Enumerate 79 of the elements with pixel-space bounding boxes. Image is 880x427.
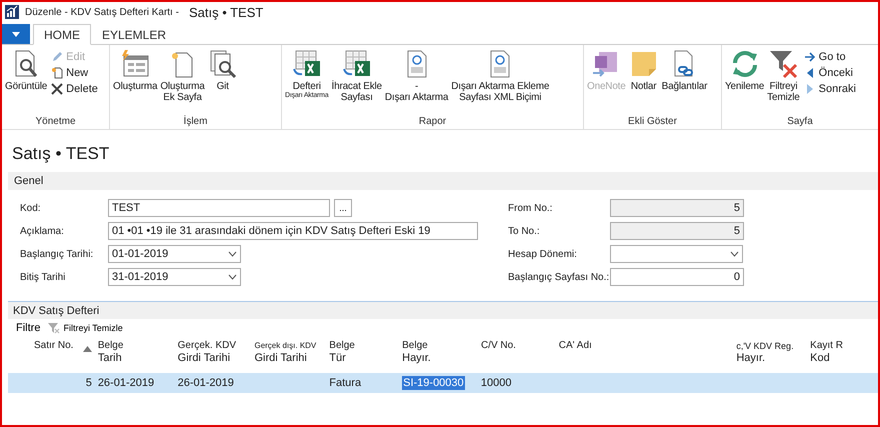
ribbon-tab[interactable]: EYLEMLER xyxy=(91,24,178,45)
ribbon-button[interactable]: Notlar xyxy=(628,47,660,116)
clear-filter-icon xyxy=(48,322,60,334)
table-cell: 26-01-2019 xyxy=(178,377,234,389)
ribbon-button[interactable]: Bağlantılar xyxy=(660,47,708,116)
field-label: Hesap Dönemi: xyxy=(508,248,578,260)
field-label: Başlangıç Sayfası No.: xyxy=(508,272,610,282)
window-subtitle: Satış • TEST xyxy=(188,4,264,20)
table-cell: SI-19-00030 xyxy=(402,376,465,390)
ribbon-button[interactable]: Önceki xyxy=(802,66,858,80)
arrow-right-icon xyxy=(804,51,816,63)
table-cell: 10000 xyxy=(480,377,512,389)
column-header[interactable]: Gerçek. KDV Girdi Tarihi xyxy=(176,340,252,370)
field-label: Açıklama: xyxy=(20,226,65,236)
ribbon-button[interactable]: Yenileme xyxy=(724,47,766,116)
column-header[interactable]: Gerçek dışı. KDV Girdi Tarihi xyxy=(252,340,328,370)
table-cell: Fatura xyxy=(329,377,362,389)
ribbon-button[interactable]: Görüntüle xyxy=(4,47,48,116)
input-field[interactable]: 01-01-2019 xyxy=(108,245,241,263)
ribbon-button[interactable]: İhracat Ekle Sayfası xyxy=(330,47,383,116)
ribbon-button[interactable]: Dışarı Aktarma Ekleme Sayfası XML Biçimi xyxy=(450,47,550,116)
ribbon-button[interactable]: Oluşturma Ek Sayfa xyxy=(159,47,206,116)
table-cell: 5 xyxy=(86,377,92,389)
app-logo-icon xyxy=(5,5,19,19)
column-header[interactable]: CA' Adı xyxy=(556,340,734,370)
list-lightning-icon xyxy=(120,49,150,79)
column-header[interactable]: Kayıt R Kod xyxy=(808,340,878,370)
ribbon-button[interactable]: Git xyxy=(206,47,239,116)
ribbon-button[interactable]: Go to xyxy=(802,50,858,64)
pencil-icon xyxy=(51,51,64,63)
close-icon xyxy=(51,83,64,95)
ribbon-button[interactable]: - Dışarı Aktarma xyxy=(384,47,450,116)
filter-button[interactable]: Filtre xyxy=(14,322,42,334)
chevron-down-icon xyxy=(228,274,237,280)
column-header[interactable]: Belge Tür xyxy=(327,340,400,370)
column-header[interactable]: Belge Tarih xyxy=(96,340,176,370)
spreadsheet-export-icon xyxy=(292,49,322,79)
chevron-down-icon xyxy=(730,251,739,257)
sort-arrow-icon xyxy=(82,346,92,352)
chevron-down-icon xyxy=(228,251,237,257)
caret-down-icon xyxy=(12,32,20,36)
field-label: Başlangıç Tarihi: xyxy=(20,248,94,260)
lookup-button[interactable]: ... xyxy=(334,199,352,217)
input-field[interactable]: 31-01-2019 xyxy=(108,268,241,286)
column-header[interactable]: Satır No. xyxy=(8,340,96,370)
page-title: Satış • TEST xyxy=(11,143,110,162)
column-header[interactable]: Belge Hayır. xyxy=(400,340,479,370)
menu-button[interactable] xyxy=(2,24,30,44)
group-label: Yönetme xyxy=(34,116,77,129)
documents-search-icon xyxy=(208,49,238,79)
input-field[interactable]: 01 •01 •19 ile 31 arasındaki dönem için KDV Satış Defteri Eski 19 xyxy=(108,222,478,240)
ribbon-tab[interactable]: HOME xyxy=(33,24,91,45)
ribbon-button[interactable]: Filtreyi Temizle xyxy=(766,47,801,116)
clear-filter-icon xyxy=(768,49,798,79)
ribbon-button[interactable]: Oluşturma xyxy=(112,47,158,116)
ribbon-button[interactable]: Delete xyxy=(49,82,100,96)
group-label: Sayfa xyxy=(786,116,814,129)
clear-filter-button[interactable]: Filtreyi Temizle xyxy=(46,322,125,334)
section-header: KDV Satış Defteri xyxy=(8,302,878,319)
field-label: To No.: xyxy=(508,226,541,236)
ribbon-button[interactable]: New xyxy=(49,66,100,80)
group-label: Ekli Göster xyxy=(627,116,678,129)
group-label: Rapor xyxy=(418,116,448,129)
new-document-icon xyxy=(51,67,64,79)
column-header[interactable]: c,'V KDV Reg. Hayır. xyxy=(734,340,808,370)
field-label: From No.: xyxy=(508,202,554,214)
field-label: Kod: xyxy=(20,202,42,214)
spreadsheet-export-icon xyxy=(342,49,372,79)
section-header: Genel xyxy=(8,172,878,190)
table-cell: 26-01-2019 xyxy=(98,377,154,389)
table-row[interactable]: 5 26-01-2019 26-01-2019 Fatura SI-19-00030 10000 xyxy=(8,373,878,393)
group-label: İşlem xyxy=(182,116,208,129)
input-field[interactable]: 0 xyxy=(610,268,744,286)
input-field[interactable] xyxy=(610,245,743,263)
ribbon-button[interactable]: Sonraki xyxy=(802,82,858,96)
input-field[interactable]: TEST xyxy=(108,199,330,217)
window-title: Düzenle - KDV Satış Defteri Kartı - xyxy=(25,6,179,18)
column-header[interactable]: C/V No. xyxy=(478,340,557,370)
field-label: Bitiş Tarihi xyxy=(20,272,66,282)
